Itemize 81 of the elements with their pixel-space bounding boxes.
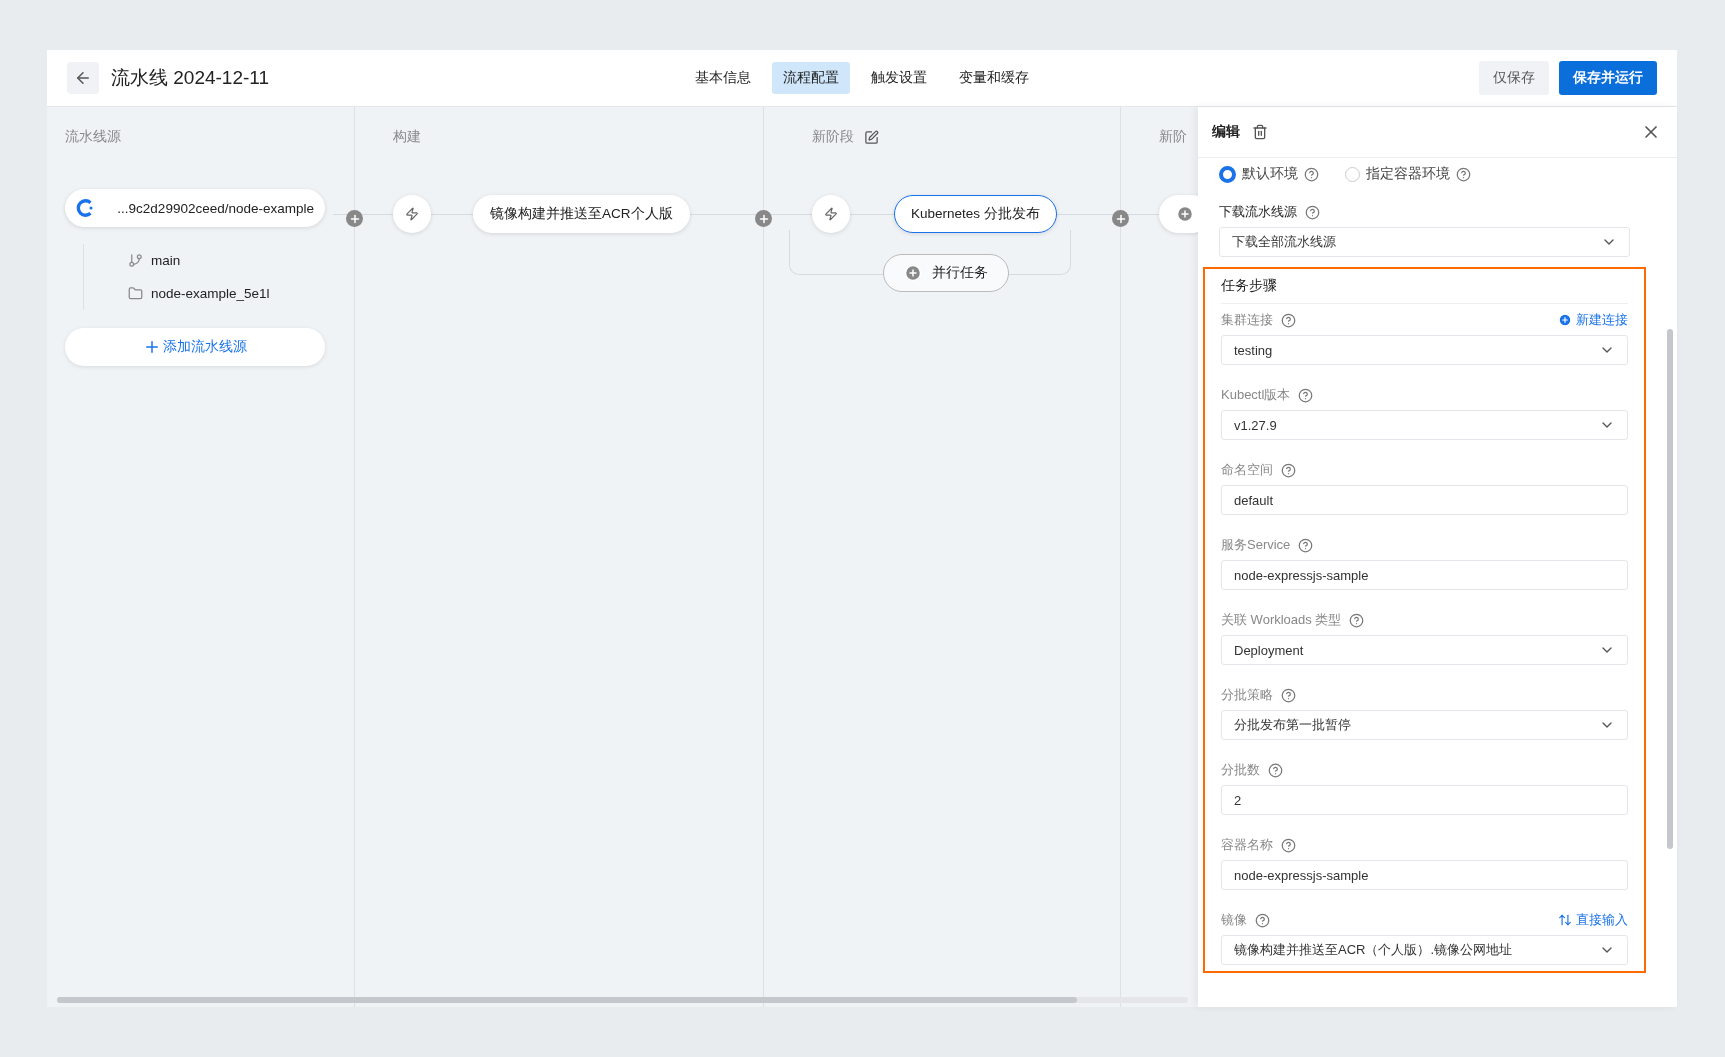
- plus-icon: [1176, 205, 1194, 223]
- help-icon: [1268, 762, 1283, 778]
- tab[interactable]: 变量和缓存: [948, 62, 1040, 94]
- trigger-button[interactable]: [393, 195, 431, 233]
- tab[interactable]: 基本信息: [684, 62, 762, 94]
- plus-icon: [904, 264, 922, 282]
- field-label: 分批策略: [1221, 686, 1273, 704]
- stage-title: 新阶: [1159, 128, 1187, 146]
- tab[interactable]: 触发设置: [860, 62, 938, 94]
- input-field[interactable]: node-expressjs-sample: [1221, 860, 1628, 890]
- source-node[interactable]: ...9c2d29902ceed/node-example: [65, 189, 325, 227]
- back-button[interactable]: [67, 62, 99, 94]
- stage-title: 构建: [393, 128, 421, 146]
- edit-icon[interactable]: [864, 129, 879, 145]
- help-icon: [1298, 537, 1314, 553]
- help-icon: [1305, 204, 1320, 220]
- input-field[interactable]: node-expressjs-sample: [1221, 560, 1628, 590]
- plus-icon: [143, 338, 161, 356]
- field-label: 容器名称: [1221, 836, 1273, 854]
- select-field[interactable]: v1.27.9: [1221, 410, 1628, 440]
- parallel-task-button[interactable]: 并行任务: [883, 254, 1009, 292]
- trash-icon: [1252, 124, 1268, 140]
- add-stage-button[interactable]: [755, 210, 772, 227]
- branch-name: main: [151, 253, 181, 268]
- plus-icon: [348, 212, 361, 225]
- field-label: 命名空间: [1221, 461, 1273, 479]
- radio-label: 默认环境: [1242, 165, 1298, 183]
- trigger-button[interactable]: [812, 195, 850, 233]
- save-run-button[interactable]: 保存并运行: [1559, 61, 1657, 95]
- help-icon: [1281, 687, 1296, 703]
- select-field[interactable]: 镜像构建并推送至ACR（个人版）.镜像公网地址: [1221, 935, 1628, 965]
- add-source-button[interactable]: 添加流水线源: [65, 328, 325, 366]
- select-field[interactable]: 下载全部流水线源: [1219, 227, 1630, 257]
- help-icon: [1255, 912, 1270, 928]
- column-title: 流水线源: [65, 128, 121, 146]
- delete-button[interactable]: [1252, 124, 1268, 140]
- select-field[interactable]: 分批发布第一批暂停: [1221, 710, 1628, 740]
- folder-icon: [128, 286, 143, 301]
- lightning-icon: [405, 207, 419, 221]
- help-icon: [1304, 166, 1319, 182]
- help-icon: [1281, 312, 1296, 328]
- field-label: 关联 Workloads 类型: [1221, 611, 1342, 629]
- scrollbar[interactable]: [57, 997, 1188, 1003]
- plus-icon: [757, 212, 770, 225]
- save-button[interactable]: 仅保存: [1479, 61, 1549, 95]
- add-stage-button[interactable]: [346, 210, 363, 227]
- help-icon: [1349, 612, 1365, 628]
- lightning-icon: [824, 207, 838, 221]
- input-field[interactable]: 2: [1221, 785, 1628, 815]
- radio-button[interactable]: [1345, 166, 1360, 182]
- field-label: 服务Service: [1221, 536, 1291, 554]
- help-icon: [1281, 837, 1296, 853]
- task-node[interactable]: 镜像构建并推送至ACR个人版: [473, 195, 690, 233]
- folder-name: node-example_5e1l: [151, 286, 270, 301]
- field-label: 集群连接: [1221, 311, 1273, 329]
- plus-icon: [1114, 212, 1127, 225]
- field-label: 分批数: [1221, 761, 1260, 779]
- section-title: 任务步骤: [1221, 277, 1628, 304]
- select-field[interactable]: testing: [1221, 335, 1628, 365]
- plus-icon: [1558, 313, 1572, 327]
- help-icon: [1281, 462, 1296, 478]
- select-field[interactable]: Deployment: [1221, 635, 1628, 665]
- stage-title: 新阶段: [812, 128, 879, 146]
- radio-button[interactable]: [1219, 165, 1236, 183]
- panel-title: 编辑: [1212, 123, 1240, 141]
- new-connection-link[interactable]: 新建连接: [1558, 311, 1628, 329]
- direct-input-link[interactable]: 直接输入: [1558, 911, 1628, 929]
- radio-label: 指定容器环境: [1366, 165, 1450, 183]
- field-label: 镜像: [1221, 911, 1247, 929]
- field-label: 下载流水线源: [1219, 203, 1297, 221]
- add-task-button[interactable]: [1159, 195, 1198, 233]
- field-label: Kubectl版本: [1221, 386, 1291, 404]
- help-icon: [1298, 387, 1314, 403]
- task-node[interactable]: Kubernetes 分批发布: [894, 195, 1057, 233]
- swap-icon: [1558, 913, 1572, 927]
- page-title: 流水线 2024-12-11: [111, 66, 270, 90]
- branch-icon: [128, 253, 143, 268]
- input-field[interactable]: default: [1221, 485, 1628, 515]
- help-icon: [1456, 166, 1471, 182]
- add-stage-button[interactable]: [1112, 210, 1129, 227]
- tab[interactable]: 流程配置: [772, 62, 850, 94]
